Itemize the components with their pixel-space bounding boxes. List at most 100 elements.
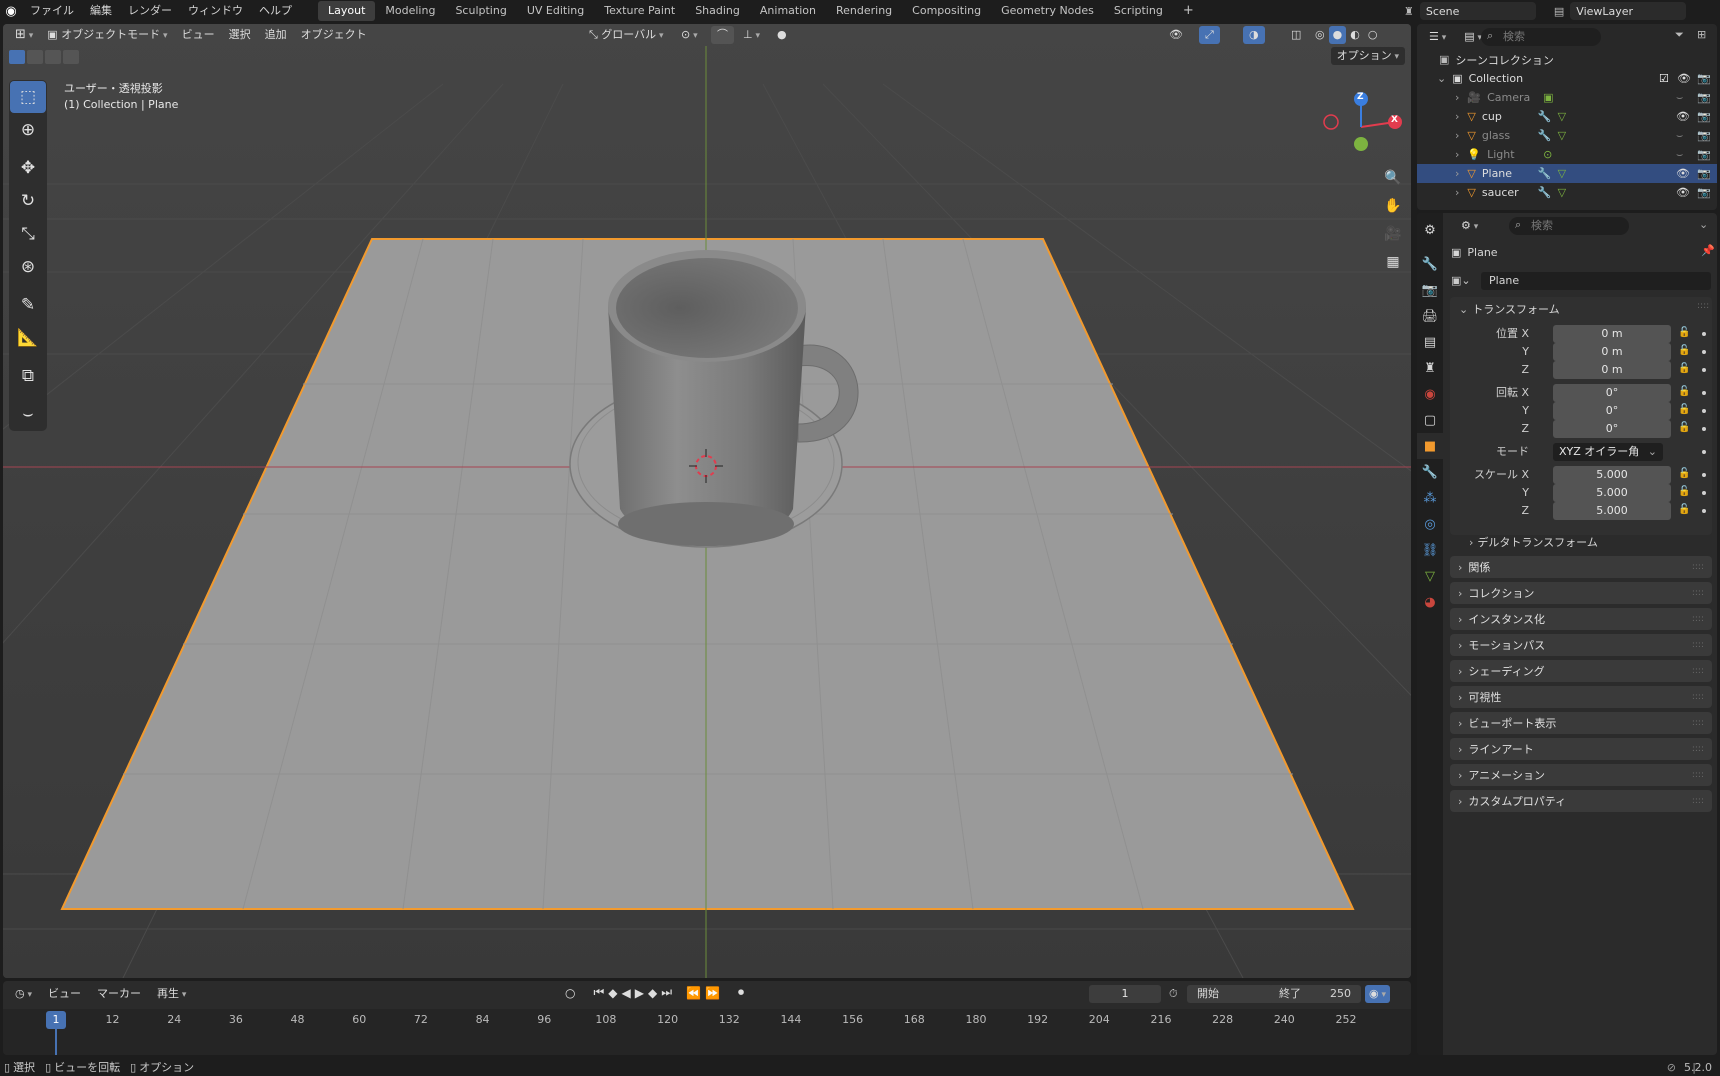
select-new-icon[interactable] <box>9 50 25 64</box>
hidden-eye-icon[interactable]: ⌣ <box>1676 91 1683 105</box>
datablock-type-dropdown[interactable]: ▣⌄ <box>1451 272 1481 290</box>
lock-icon[interactable]: 🔓 <box>1678 404 1690 415</box>
measure-tool-icon[interactable]: 📐 <box>10 322 46 354</box>
modifier-icon[interactable]: 🔧 <box>1538 167 1552 180</box>
mesh-data-icon[interactable]: ▽ <box>1558 186 1566 199</box>
keyframe-dot[interactable] <box>1702 409 1706 413</box>
gizmo-toggle-icon[interactable]: ⤢ <box>1199 26 1220 44</box>
timeline-menu-view[interactable]: ビュー <box>42 985 87 1003</box>
auto-key-icon[interactable]: ⏺ <box>738 985 744 1000</box>
location-y-field[interactable]: 0 m <box>1553 343 1671 361</box>
snap-icon[interactable]: ⌒ <box>711 26 734 44</box>
delta-transform-subpanel[interactable]: › デルタトランスフォーム <box>1469 533 1598 551</box>
outliner-item-plane[interactable]: › ▽ Plane 🔧 ▽ 👁 📷 <box>1417 164 1717 183</box>
collection-row[interactable]: ⌄ ▣ Collection ☑ 👁 📷 <box>1417 69 1717 88</box>
keyframe-dot[interactable] <box>1702 391 1706 395</box>
zoom-icon[interactable]: 🔍 <box>1381 166 1405 190</box>
menu-help[interactable]: ヘルプ <box>251 0 300 22</box>
proportional-edit-icon[interactable]: ● <box>771 26 793 44</box>
collection-checkbox[interactable]: ☑ <box>1659 72 1669 85</box>
panel-drag-handle[interactable]: :::: <box>1697 301 1709 311</box>
properties-search-input[interactable]: 検索 <box>1509 217 1629 235</box>
expand-chevron-icon[interactable]: › <box>1455 148 1459 161</box>
collection-render-icon[interactable]: 📷 <box>1697 72 1711 85</box>
properties-options-icon[interactable]: ⌄ <box>1699 218 1708 231</box>
camera-view-icon[interactable]: 🎥 <box>1381 222 1405 246</box>
menu-edit[interactable]: 編集 <box>82 0 120 22</box>
menu-window[interactable]: ウィンドウ <box>180 0 251 22</box>
modifier-icon[interactable]: 🔧 <box>1538 186 1552 199</box>
constraints-tab-icon[interactable]: ⛓ <box>1417 537 1443 563</box>
location-z-field[interactable]: 0 m <box>1553 361 1671 379</box>
menu-object[interactable]: オブジェクト <box>295 26 373 44</box>
next-frame-icon[interactable]: ⏩ <box>705 986 720 1000</box>
menu-select[interactable]: 選択 <box>223 26 257 44</box>
properties-editor-type-icon[interactable]: ⚙ <box>1455 217 1484 235</box>
tab-scripting[interactable]: Scripting <box>1104 1 1173 21</box>
keyframe-dot[interactable] <box>1702 509 1706 513</box>
outliner-item-saucer[interactable]: › ▽ saucer 🔧 ▽ 👁 📷 <box>1417 183 1717 202</box>
tab-uv-editing[interactable]: UV Editing <box>517 1 594 21</box>
tab-sculpting[interactable]: Sculpting <box>445 1 516 21</box>
panel-1[interactable]: › コレクション <box>1450 582 1712 604</box>
playhead[interactable]: 1 <box>46 1011 66 1029</box>
add-cube-tool-icon[interactable]: ⧉ <box>10 360 46 392</box>
outliner-item-camera[interactable]: › 🎥 Camera ▣ ⌣ 📷 <box>1417 88 1717 107</box>
panel-3[interactable]: › モーションパス <box>1450 634 1712 656</box>
outliner-search-input[interactable]: 検索 <box>1481 28 1601 46</box>
tab-texture-paint[interactable]: Texture Paint <box>594 1 685 21</box>
expand-chevron-icon[interactable]: › <box>1455 167 1459 180</box>
render-camera-icon[interactable]: 📷 <box>1697 167 1711 180</box>
play-reverse-icon[interactable]: ◀ <box>622 986 631 1000</box>
cursor-tool-icon[interactable]: ⊕ <box>10 114 46 146</box>
end-frame-field[interactable]: 終了 250 <box>1269 985 1361 1003</box>
expand-chevron-icon[interactable]: › <box>1455 110 1459 123</box>
eye-icon[interactable]: 👁 <box>1676 110 1690 123</box>
editor-type-button[interactable]: ⊞ <box>9 26 39 44</box>
next-keyframe-icon[interactable]: ◆ <box>648 986 657 1000</box>
scale-x-field[interactable]: 5.000 <box>1553 466 1671 484</box>
menu-file[interactable]: ファイル <box>22 0 82 22</box>
solid-shading-icon[interactable]: ● <box>1328 26 1347 44</box>
collection-eye-icon[interactable]: 👁 <box>1677 72 1691 85</box>
eye-icon[interactable]: 👁 <box>1676 186 1690 199</box>
blender-logo-icon[interactable]: ◉ <box>0 4 22 19</box>
jump-end-icon[interactable]: ⏭ <box>661 985 672 1000</box>
scene-collection-row[interactable]: ▣ シーンコレクション <box>1417 50 1717 69</box>
modifier-icon[interactable]: 🔧 <box>1538 110 1552 123</box>
object-mode-dropdown[interactable]: ▣ オブジェクトモード <box>41 26 173 44</box>
tab-geometry-nodes[interactable]: Geometry Nodes <box>991 1 1104 21</box>
annotate-tool-icon[interactable]: ✎ <box>10 289 46 321</box>
keyframe-dot[interactable] <box>1702 427 1706 431</box>
panel-2[interactable]: › インスタンス化 <box>1450 608 1712 630</box>
scale-z-field[interactable]: 5.000 <box>1553 502 1671 520</box>
keyframe-dot[interactable] <box>1702 332 1706 336</box>
overlay-toggle-icon[interactable]: ◑ <box>1243 26 1265 44</box>
render-camera-icon[interactable]: 📷 <box>1697 186 1711 199</box>
prev-keyframe-icon[interactable]: ◆ <box>608 986 617 1000</box>
snap-target-icon[interactable]: ⊥ <box>737 26 766 44</box>
tab-shading[interactable]: Shading <box>685 1 750 21</box>
lock-icon[interactable]: 🔓 <box>1678 345 1690 356</box>
pan-hand-icon[interactable]: ✋ <box>1381 194 1405 218</box>
tool-tab-icon[interactable]: 🔧 <box>1417 251 1443 277</box>
outliner-editor-type-icon[interactable]: ☰ <box>1423 28 1452 46</box>
material-tab-icon[interactable]: ◕ <box>1417 589 1443 615</box>
viewlayer-selector[interactable]: ViewLayer <box>1570 2 1687 20</box>
scene-selector[interactable]: Scene <box>1419 2 1536 20</box>
scale-y-field[interactable]: 5.000 <box>1553 484 1671 502</box>
filter-icon[interactable]: ⏷ <box>1675 28 1684 42</box>
keyframe-dot[interactable] <box>1702 350 1706 354</box>
tab-rendering[interactable]: Rendering <box>826 1 902 21</box>
panel-6[interactable]: › ビューポート表示 <box>1450 712 1712 734</box>
render-camera-icon[interactable]: 📷 <box>1697 110 1711 123</box>
timeline-editor-type-icon[interactable]: ◷ <box>9 985 38 1003</box>
viewport-canvas[interactable] <box>3 24 1411 978</box>
transform-orientation-dropdown[interactable]: ⤡ グローバル <box>583 26 670 44</box>
rendered-shading-icon[interactable]: ○ <box>1364 26 1382 44</box>
location-x-field[interactable]: 0 m <box>1553 325 1671 343</box>
expand-chevron-icon[interactable]: › <box>1455 91 1459 104</box>
outliner-item-light[interactable]: › 💡 Light ⊙ ⌣ 📷 <box>1417 145 1717 164</box>
prev-frame-icon[interactable]: ⏪ <box>686 986 701 1000</box>
lock-icon[interactable]: 🔓 <box>1678 363 1690 374</box>
